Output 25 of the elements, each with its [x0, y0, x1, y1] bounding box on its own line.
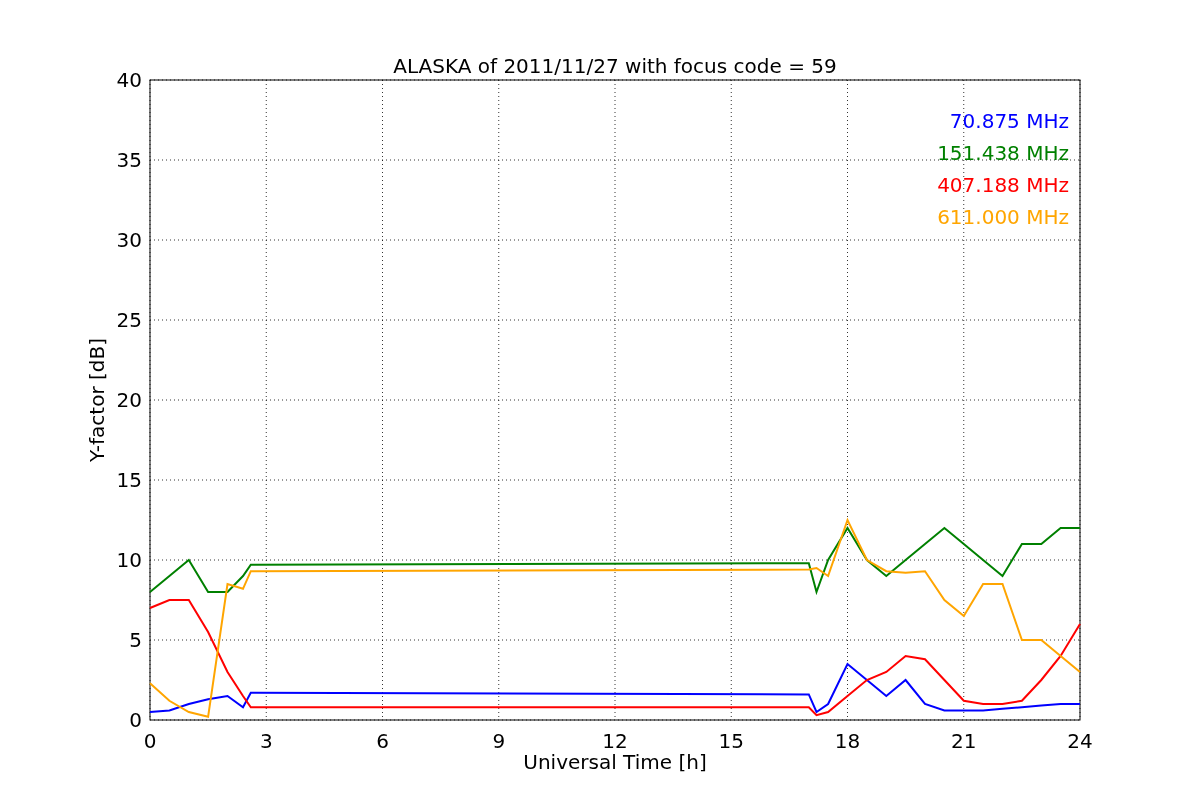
x-tick-label: 21: [951, 729, 977, 753]
y-tick-label: 40: [116, 68, 142, 92]
legend-label: 611.000 MHz: [937, 205, 1069, 229]
y-axis-label: Y-factor [dB]: [85, 338, 109, 462]
x-axis-label: Universal Time [h]: [523, 750, 707, 774]
y-tick-label: 15: [116, 468, 142, 492]
y-tick-label: 10: [116, 548, 142, 572]
x-tick-label: 0: [143, 729, 157, 753]
y-tick-label: 35: [116, 148, 142, 172]
x-tick-label: 6: [376, 729, 389, 753]
legend-label: 407.188 MHz: [937, 173, 1069, 197]
y-tick-label: 20: [116, 388, 142, 412]
y-tick-label: 5: [129, 628, 142, 652]
x-tick-label: 15: [718, 729, 744, 753]
x-tick-label: 24: [1067, 729, 1093, 753]
x-tick-label: 3: [259, 729, 273, 753]
y-tick-label: 30: [116, 228, 142, 252]
y-tick-label: 0: [129, 708, 142, 732]
x-tick-label: 18: [834, 729, 861, 753]
y-tick-label: 25: [116, 308, 142, 332]
chart-title: ALASKA of 2011/11/27 with focus code = 59: [393, 54, 837, 78]
x-tick-label: 12: [602, 729, 628, 753]
legend-label: 70.875 MHz: [949, 109, 1069, 133]
legend-label: 151.438 MHz: [937, 141, 1069, 165]
x-tick-label: 9: [492, 729, 506, 753]
